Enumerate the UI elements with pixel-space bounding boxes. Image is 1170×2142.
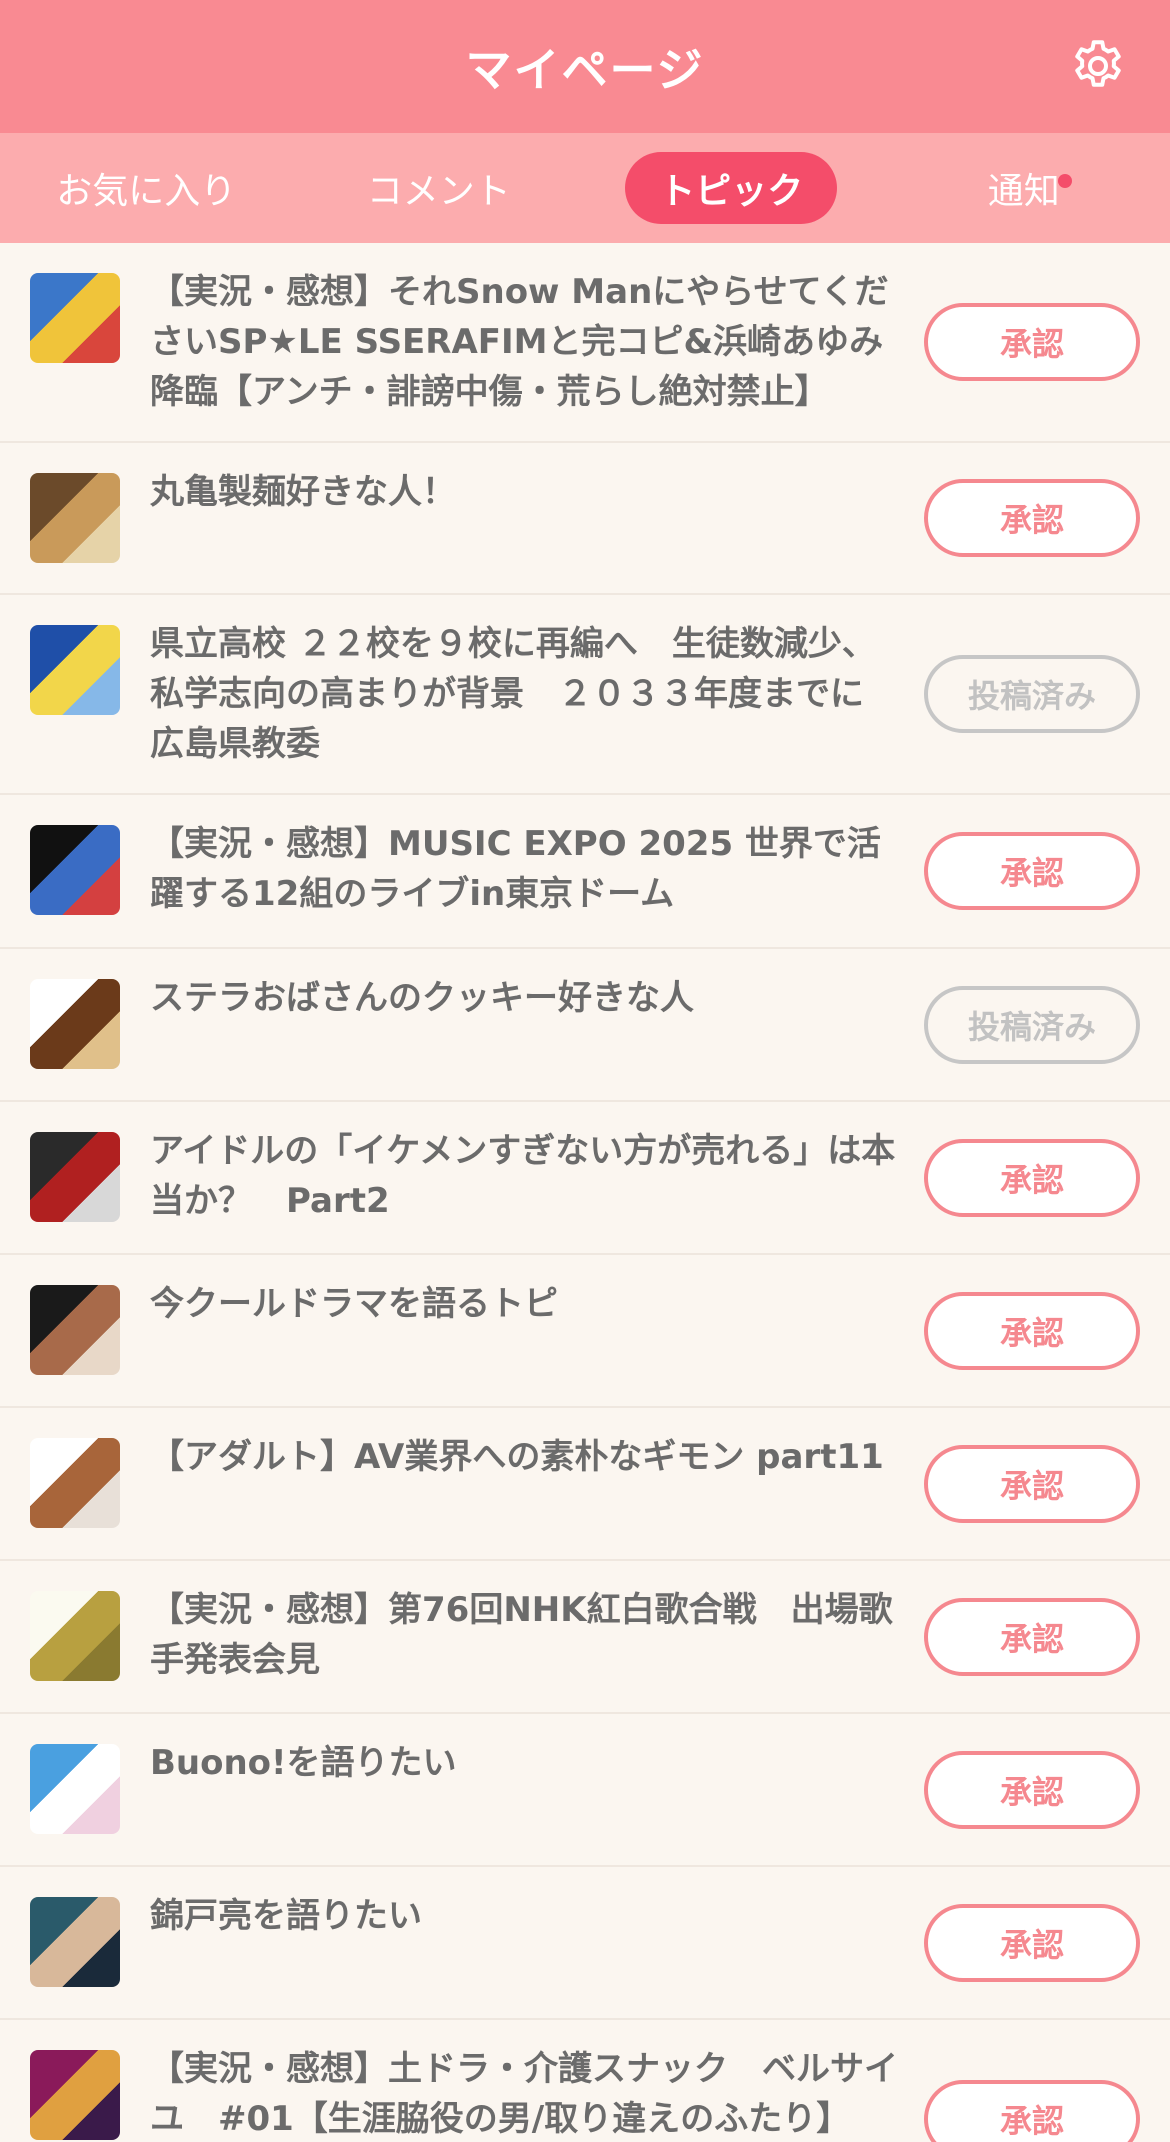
topic-title[interactable]: 錦戸亮を語りたい: [150, 1891, 904, 1941]
topic-thumbnail: [30, 825, 120, 915]
topic-thumbnail: [30, 625, 120, 715]
tab-label: トピック: [625, 152, 838, 224]
tab-favorites[interactable]: お気に入り: [0, 152, 293, 224]
topic-thumbnail: [30, 1744, 120, 1834]
approve-button[interactable]: 承認: [924, 1903, 1140, 1982]
posted-button[interactable]: 投稿済み: [924, 985, 1140, 1064]
gear-icon: [1075, 40, 1121, 87]
notification-dot: [1058, 174, 1072, 188]
topic-thumbnail: [30, 1591, 120, 1681]
topic-row[interactable]: 【実況・感想】第76回NHK紅白歌合戦 出場歌手発表会見 承認: [0, 1561, 1170, 1714]
posted-button[interactable]: 投稿済み: [924, 655, 1140, 733]
topic-thumbnail: [30, 2050, 120, 2140]
topic-title[interactable]: Buono!を語りたい: [150, 1738, 904, 1788]
topic-thumbnail: [30, 1897, 120, 1987]
tab-comments[interactable]: コメント: [293, 152, 586, 224]
topic-thumbnail: [30, 1438, 120, 1528]
topic-row[interactable]: 【実況・感想】MUSIC EXPO 2025 世界で活躍する12組のライブin東…: [0, 795, 1170, 949]
approve-button[interactable]: 承認: [924, 832, 1140, 910]
tab-bar: お気に入り コメント トピック 通知: [0, 133, 1170, 243]
topic-title[interactable]: 【実況・感想】MUSIC EXPO 2025 世界で活躍する12組のライブin東…: [150, 819, 904, 919]
tab-label: お気に入り: [56, 171, 237, 212]
tab-topics[interactable]: トピック: [585, 152, 878, 224]
topic-thumbnail: [30, 273, 120, 363]
header: マイページ: [0, 0, 1170, 133]
approve-button[interactable]: 承認: [924, 1444, 1140, 1523]
topic-row[interactable]: ステラおばさんのクッキー好きな人 投稿済み: [0, 949, 1170, 1102]
topic-thumbnail: [30, 473, 120, 563]
topic-title[interactable]: アイドルの「イケメンすぎない方が売れる」は本当か？ Part2: [150, 1126, 904, 1226]
tab-label: コメント: [366, 171, 511, 212]
topic-thumbnail: [30, 1285, 120, 1375]
settings-button[interactable]: [1066, 34, 1130, 98]
approve-button[interactable]: 承認: [924, 303, 1140, 381]
topic-title[interactable]: 丸亀製麺好きな人！: [150, 467, 904, 517]
topic-thumbnail: [30, 979, 120, 1069]
topic-title[interactable]: 【実況・感想】第76回NHK紅白歌合戦 出場歌手発表会見: [150, 1585, 904, 1685]
topic-row[interactable]: 今クールドラマを語るトピ 承認: [0, 1255, 1170, 1408]
topic-row[interactable]: アイドルの「イケメンすぎない方が売れる」は本当か？ Part2 承認: [0, 1102, 1170, 1255]
topic-row[interactable]: 錦戸亮を語りたい 承認: [0, 1867, 1170, 2020]
topic-list: 【実況・感想】それSnow ManにやらせてくださいSP★LE SSERAFIM…: [0, 243, 1170, 2142]
topic-row[interactable]: Buono!を語りたい 承認: [0, 1714, 1170, 1867]
topic-title[interactable]: 【実況・感想】土ドラ・介護スナック ベルサイユ #01【生涯脇役の男/取り違えの…: [150, 2044, 904, 2142]
approve-button[interactable]: 承認: [924, 2080, 1140, 2142]
topic-title[interactable]: 県立高校 ２２校を９校に再編へ 生徒数減少、私学志向の高まりが背景 ２０３３年度…: [150, 619, 904, 769]
approve-button[interactable]: 承認: [924, 1291, 1140, 1370]
page-title: マイページ: [465, 42, 705, 97]
approve-button[interactable]: 承認: [924, 1597, 1140, 1676]
topic-row[interactable]: 【アダルト】AV業界への素朴なギモン part11 承認: [0, 1408, 1170, 1561]
topic-title[interactable]: ステラおばさんのクッキー好きな人: [150, 973, 904, 1023]
approve-button[interactable]: 承認: [924, 479, 1140, 557]
topic-title[interactable]: 今クールドラマを語るトピ: [150, 1279, 904, 1329]
tab-notifications[interactable]: 通知: [878, 152, 1170, 224]
topic-row[interactable]: 【実況・感想】それSnow ManにやらせてくださいSP★LE SSERAFIM…: [0, 243, 1170, 443]
topic-row[interactable]: 県立高校 ２２校を９校に再編へ 生徒数減少、私学志向の高まりが背景 ２０３３年度…: [0, 595, 1170, 795]
topic-row[interactable]: 【実況・感想】土ドラ・介護スナック ベルサイユ #01【生涯脇役の男/取り違えの…: [0, 2020, 1170, 2142]
approve-button[interactable]: 承認: [924, 1750, 1140, 1829]
topic-row[interactable]: 丸亀製麺好きな人！ 承認: [0, 443, 1170, 595]
tab-label: 通知: [987, 171, 1060, 212]
topic-title[interactable]: 【アダルト】AV業界への素朴なギモン part11: [150, 1432, 904, 1482]
topic-title[interactable]: 【実況・感想】それSnow ManにやらせてくださいSP★LE SSERAFIM…: [150, 267, 904, 417]
topic-thumbnail: [30, 1132, 120, 1222]
approve-button[interactable]: 承認: [924, 1138, 1140, 1217]
